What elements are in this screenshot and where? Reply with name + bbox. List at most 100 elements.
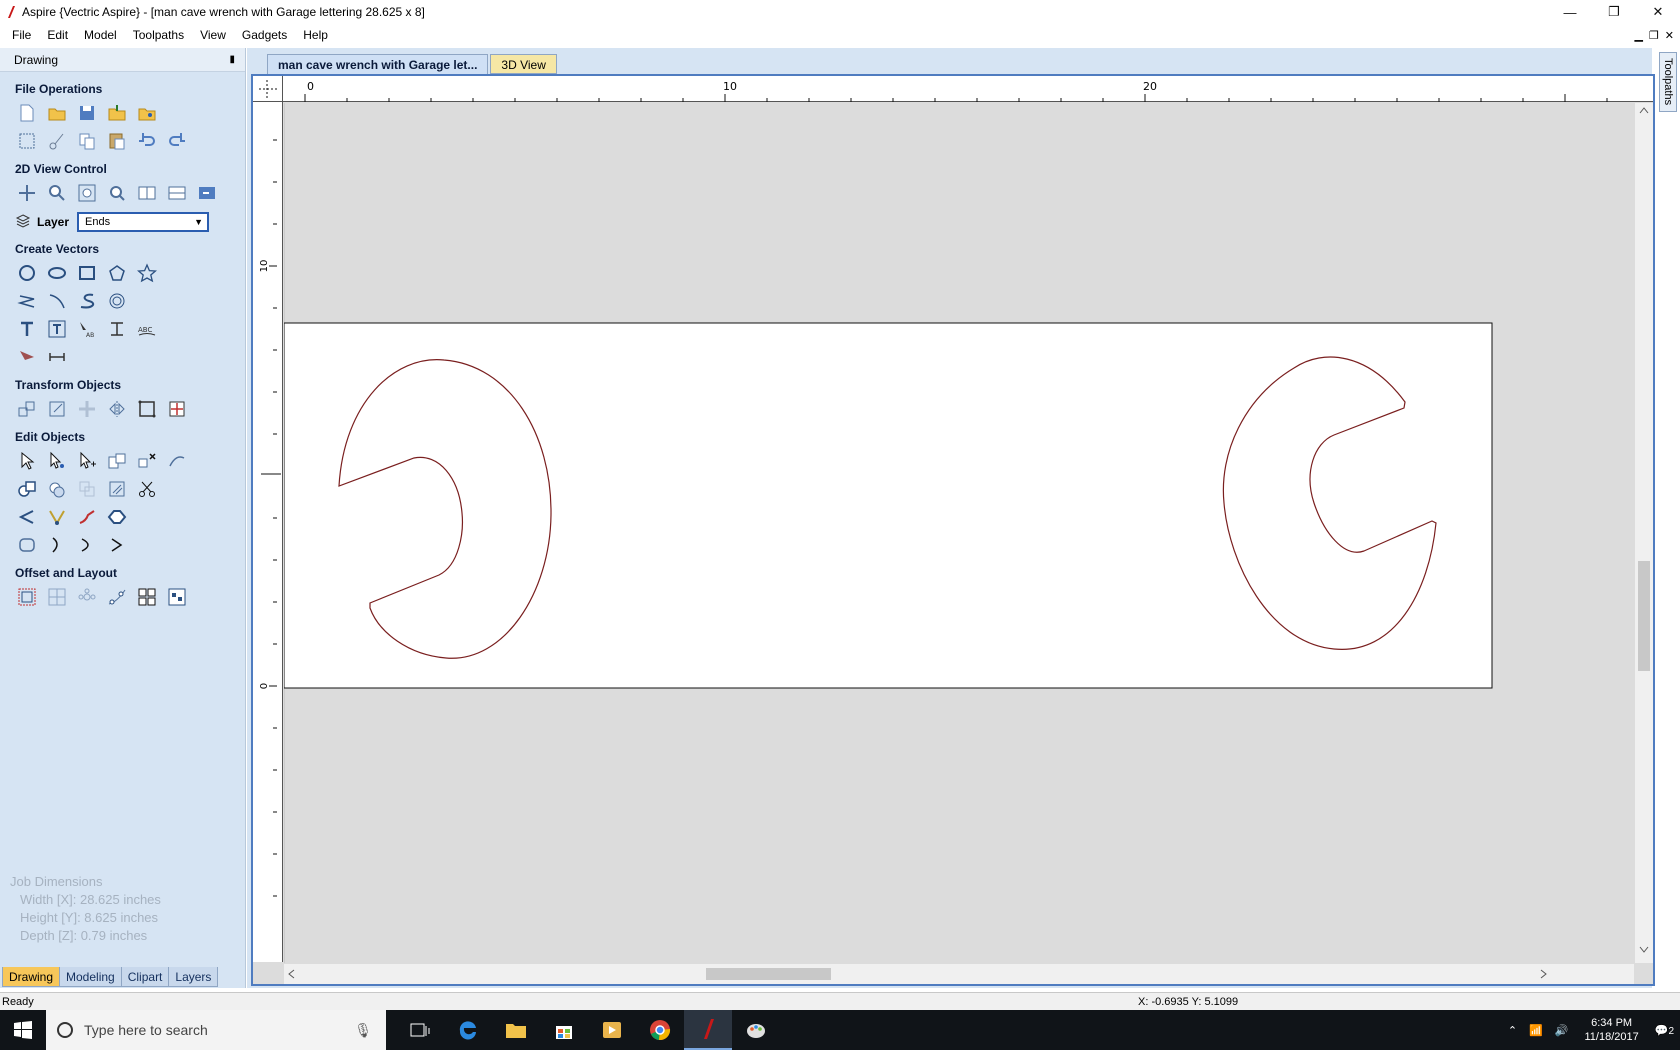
- microphone-icon[interactable]: 🎙: [354, 1022, 372, 1039]
- mdi-restore-icon[interactable]: ❐: [1649, 29, 1659, 42]
- zoom-extents-icon[interactable]: [75, 182, 99, 204]
- close-vector-icon[interactable]: [15, 534, 39, 556]
- job-setup-icon[interactable]: [15, 130, 39, 152]
- draw-circle-icon[interactable]: [15, 262, 39, 284]
- tab-toolpaths[interactable]: Toolpaths: [1659, 52, 1677, 112]
- file-explorer-icon[interactable]: [492, 1010, 540, 1050]
- zoom-selection-icon[interactable]: [105, 182, 129, 204]
- smooth-icon[interactable]: [165, 450, 189, 472]
- join-icon[interactable]: [105, 506, 129, 528]
- group-icon[interactable]: [105, 450, 129, 472]
- draw-spiral-icon[interactable]: [105, 290, 129, 312]
- text-arc-icon[interactable]: [105, 318, 129, 340]
- close-button[interactable]: ✕: [1636, 0, 1680, 24]
- cut-icon[interactable]: [45, 130, 69, 152]
- dimension-icon[interactable]: [15, 346, 39, 368]
- chrome-icon[interactable]: [636, 1010, 684, 1050]
- menu-toolpaths[interactable]: Toolpaths: [125, 24, 192, 46]
- ungroup-icon[interactable]: [135, 450, 159, 472]
- interactive-select-icon[interactable]: [75, 450, 99, 472]
- save-file-icon[interactable]: [75, 102, 99, 124]
- windows-start-icon[interactable]: [0, 1010, 46, 1050]
- trim-scissors-icon[interactable]: [135, 478, 159, 500]
- tab-layers[interactable]: Layers: [168, 967, 219, 987]
- tab-2d-document[interactable]: man cave wrench with Garage let...: [267, 54, 489, 74]
- text-on-curve-icon[interactable]: AB: [75, 318, 99, 340]
- menu-edit[interactable]: Edit: [39, 24, 76, 46]
- horizontal-scrollbar[interactable]: [284, 964, 1634, 984]
- paste-icon[interactable]: [105, 130, 129, 152]
- draw-arc-icon[interactable]: [75, 290, 99, 312]
- weld-icon[interactable]: [15, 478, 39, 500]
- store-icon[interactable]: [540, 1010, 588, 1050]
- clock[interactable]: 6:34 PM 11/18/2017: [1574, 1016, 1648, 1044]
- vertical-scroll-thumb[interactable]: [1638, 561, 1650, 671]
- menu-file[interactable]: File: [0, 24, 39, 46]
- fillet-icon[interactable]: [15, 506, 39, 528]
- node-edit-icon[interactable]: [45, 450, 69, 472]
- edge-browser-icon[interactable]: [444, 1010, 492, 1050]
- draw-ellipse-icon[interactable]: [45, 262, 69, 284]
- move-icon[interactable]: [15, 398, 39, 420]
- mirror-icon[interactable]: [105, 398, 129, 420]
- taskbar-search[interactable]: Type here to search 🎙: [46, 1010, 386, 1050]
- curve-fit-icon[interactable]: [45, 534, 69, 556]
- vertical-scrollbar[interactable]: [1635, 103, 1653, 963]
- mdi-close-icon[interactable]: ✕: [1665, 29, 1674, 42]
- extend-icon[interactable]: [45, 506, 69, 528]
- paint-icon[interactable]: [732, 1010, 780, 1050]
- layer-dropdown[interactable]: Ends ▼: [77, 212, 210, 232]
- scale-icon[interactable]: [45, 398, 69, 420]
- zoom-icon[interactable]: [45, 182, 69, 204]
- copy-icon[interactable]: [75, 130, 99, 152]
- network-icon[interactable]: 📶: [1523, 1024, 1549, 1037]
- media-player-icon[interactable]: [588, 1010, 636, 1050]
- auto-nest-icon[interactable]: [165, 586, 189, 608]
- aspire-taskbar-icon[interactable]: [684, 1010, 732, 1050]
- draw-star-icon[interactable]: [135, 262, 159, 284]
- new-file-icon[interactable]: [15, 102, 39, 124]
- subtract-icon[interactable]: [45, 478, 69, 500]
- minimize-button[interactable]: —: [1548, 0, 1592, 24]
- volume-icon[interactable]: 🔊: [1549, 1024, 1575, 1037]
- split-view-icon[interactable]: [135, 182, 159, 204]
- import-vectors-icon[interactable]: [105, 102, 129, 124]
- import-bitmap-icon[interactable]: [135, 102, 159, 124]
- tab-3d-view[interactable]: 3D View: [490, 54, 557, 74]
- array-copy-icon[interactable]: [75, 586, 99, 608]
- distort-icon[interactable]: [135, 398, 159, 420]
- redo-icon[interactable]: [165, 130, 189, 152]
- draw-polygon-icon[interactable]: [105, 262, 129, 284]
- task-view-icon[interactable]: [396, 1010, 444, 1050]
- tab-drawing[interactable]: Drawing: [2, 967, 61, 987]
- tab-modeling[interactable]: Modeling: [59, 967, 122, 987]
- menu-model[interactable]: Model: [76, 24, 125, 46]
- view-toggle-icon[interactable]: [195, 182, 219, 204]
- node-line-icon[interactable]: [105, 534, 129, 556]
- align-icon[interactable]: [165, 398, 189, 420]
- menu-help[interactable]: Help: [295, 24, 336, 46]
- undo-icon[interactable]: [135, 130, 159, 152]
- notifications-icon[interactable]: 💬2: [1649, 1024, 1680, 1037]
- block-copy-icon[interactable]: [135, 586, 159, 608]
- tab-clipart[interactable]: Clipart: [120, 967, 170, 987]
- text-icon[interactable]: [15, 318, 39, 340]
- pin-icon[interactable]: ▮: [229, 54, 235, 65]
- draw-polyline-icon[interactable]: [15, 290, 39, 312]
- drawing-canvas[interactable]: [284, 103, 1632, 963]
- select-icon[interactable]: [15, 450, 39, 472]
- restore-button[interactable]: ❐: [1592, 0, 1636, 24]
- menu-gadgets[interactable]: Gadgets: [234, 24, 295, 46]
- draw-rectangle-icon[interactable]: [75, 262, 99, 284]
- chevron-up-icon[interactable]: ⌃: [1502, 1024, 1523, 1037]
- material-sheet[interactable]: [284, 322, 1493, 689]
- menu-view[interactable]: View: [192, 24, 234, 46]
- spell-check-icon[interactable]: ABC: [135, 318, 159, 340]
- rotate-icon[interactable]: [75, 398, 99, 420]
- offset-icon[interactable]: [15, 586, 39, 608]
- node-curve-icon[interactable]: [75, 534, 99, 556]
- copy-along-vector-icon[interactable]: [105, 586, 129, 608]
- open-file-icon[interactable]: [45, 102, 69, 124]
- ruler-origin-icon[interactable]: [253, 76, 283, 102]
- nesting-icon[interactable]: [45, 586, 69, 608]
